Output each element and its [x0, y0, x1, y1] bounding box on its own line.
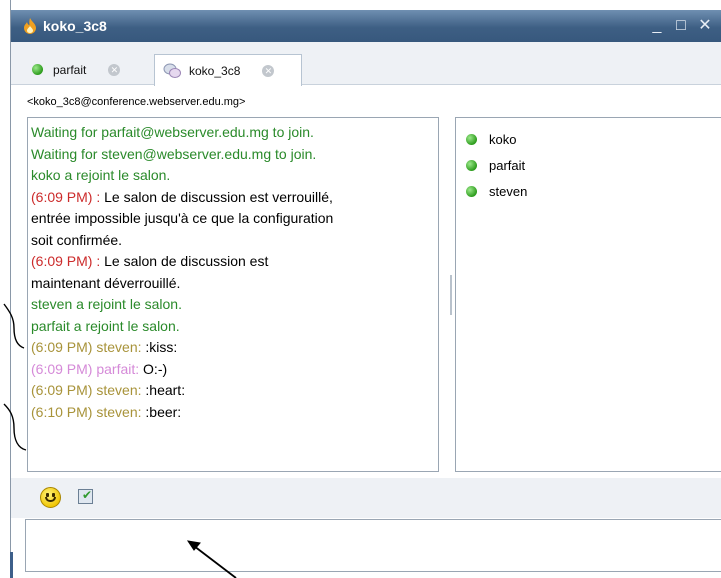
annotation-bracket: [3, 303, 25, 349]
annotation-arrow: [193, 545, 237, 578]
annotation-bracket: [3, 403, 27, 451]
annotation-overlay: [3, 303, 237, 578]
